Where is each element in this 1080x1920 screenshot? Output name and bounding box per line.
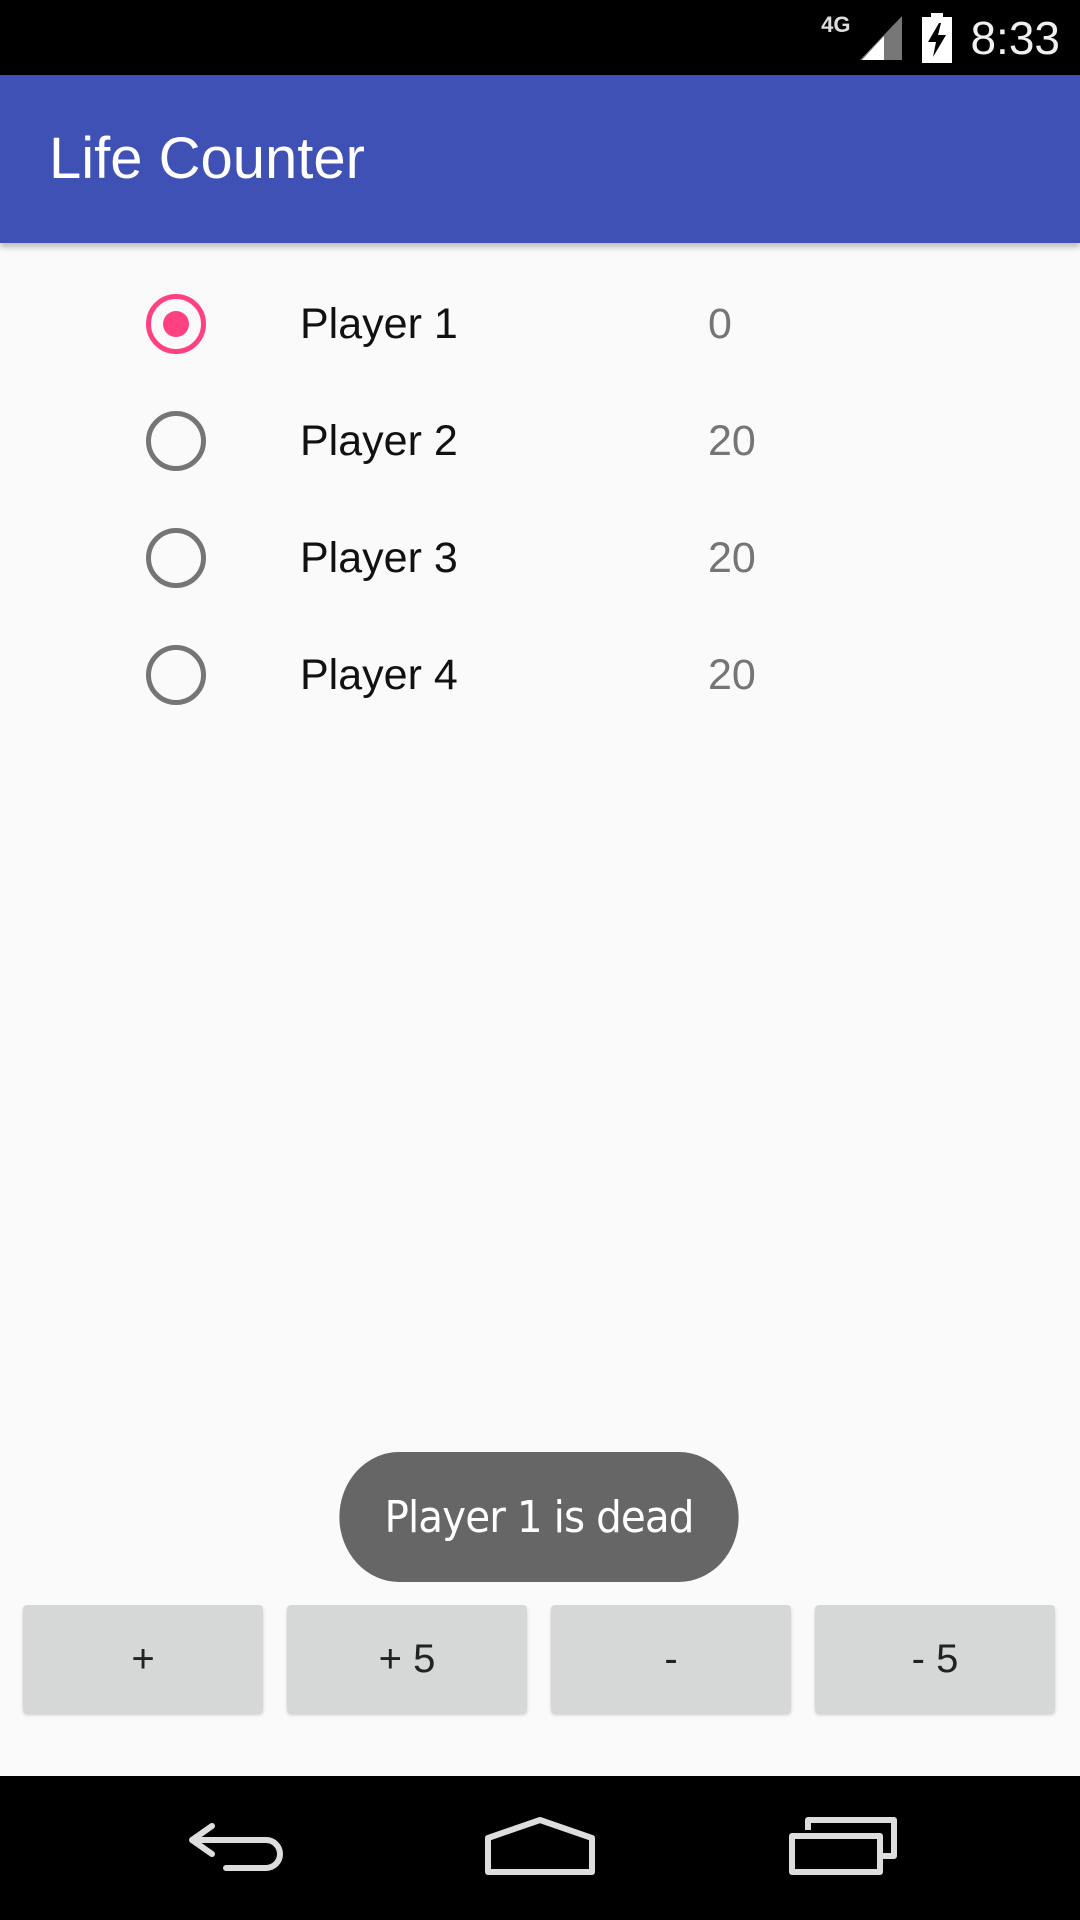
- player-3-radio[interactable]: [146, 528, 206, 588]
- player-row-4[interactable]: Player 4 20: [0, 617, 1080, 734]
- plus-one-button[interactable]: +: [23, 1605, 263, 1713]
- status-bar: 4G 8:33: [0, 0, 1080, 75]
- navigation-bar: [0, 1776, 1080, 1920]
- life-button-row: + + 5 - - 5: [0, 1605, 1080, 1713]
- recents-icon: [788, 1816, 898, 1881]
- player-name: Player 2: [300, 417, 458, 465]
- player-name: Player 3: [300, 534, 458, 582]
- player-name: Player 4: [300, 651, 458, 699]
- home-icon: [484, 1816, 596, 1881]
- player-name: Player 1: [300, 300, 458, 348]
- home-button[interactable]: [440, 1776, 640, 1920]
- app-bar: Life Counter: [0, 75, 1080, 243]
- status-time: 8:33: [970, 11, 1060, 64]
- recents-button[interactable]: [743, 1776, 943, 1920]
- player-4-radio[interactable]: [146, 645, 206, 705]
- player-row-1[interactable]: Player 1 0: [0, 266, 1080, 383]
- player-life: 20: [708, 534, 756, 582]
- player-2-radio[interactable]: [146, 411, 206, 471]
- back-button[interactable]: [139, 1776, 339, 1920]
- player-row-3[interactable]: Player 3 20: [0, 500, 1080, 617]
- player-life: 20: [708, 417, 756, 465]
- back-icon: [184, 1816, 294, 1881]
- player-life: 20: [708, 651, 756, 699]
- app-title: Life Counter: [49, 126, 365, 191]
- minus-one-button[interactable]: -: [551, 1605, 791, 1713]
- status-icons: 4G 8:33: [821, 0, 1060, 75]
- minus-five-button[interactable]: - 5: [815, 1605, 1055, 1713]
- toast-message: Player 1 is dead: [339, 1452, 739, 1582]
- player-life: 0: [708, 300, 732, 348]
- signal-icon: [858, 14, 904, 62]
- player-row-2[interactable]: Player 2 20: [0, 383, 1080, 500]
- player-1-radio-checked[interactable]: [146, 294, 206, 354]
- network-type-label: 4G: [821, 12, 851, 37]
- plus-five-button[interactable]: + 5: [287, 1605, 527, 1713]
- battery-charging-icon: [922, 12, 953, 63]
